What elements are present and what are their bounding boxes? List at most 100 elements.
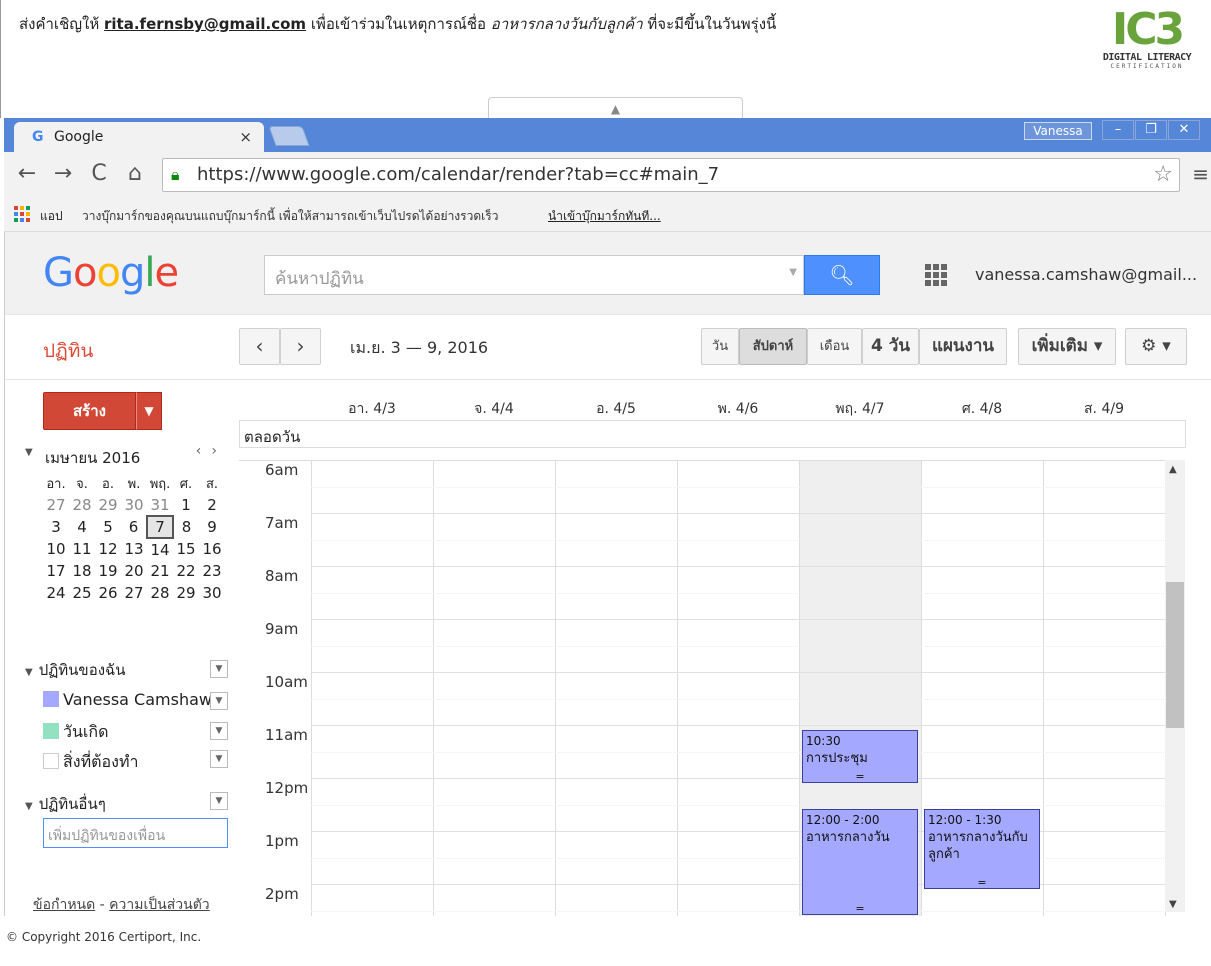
scrollbar-thumb[interactable] <box>1166 582 1184 728</box>
mini-day[interactable]: 16 <box>199 538 225 560</box>
calendar-title[interactable]: ปฏิทิน <box>43 336 93 366</box>
bookmark-star-icon[interactable]: ☆ <box>1153 162 1173 187</box>
resize-handle-icon[interactable]: = <box>925 877 1039 888</box>
forward-icon[interactable]: → <box>48 160 78 190</box>
create-event-button[interactable]: สร้าง <box>43 392 136 430</box>
calendar-event[interactable]: 12:00 - 2:00 อาหารกลางวัน = <box>802 809 918 915</box>
view-4day-button[interactable]: 4 วัน <box>862 328 919 365</box>
search-button[interactable]: 🔍︎ <box>804 255 880 295</box>
mini-day[interactable]: 25 <box>69 582 95 604</box>
collapse-arrow-icon[interactable]: ▼ <box>25 447 33 458</box>
view-week-button[interactable]: สัปดาห์ <box>739 328 807 365</box>
home-icon[interactable]: ⌂ <box>120 160 150 190</box>
day-header[interactable]: ศ. 4/8 <box>921 398 1043 420</box>
mini-day[interactable]: 5 <box>95 516 121 538</box>
mini-day[interactable]: 26 <box>95 582 121 604</box>
more-button[interactable]: เพิ่มเติม ▾ <box>1018 328 1116 365</box>
apps-label[interactable]: แอป <box>40 207 63 226</box>
reload-icon[interactable]: C <box>84 160 114 190</box>
address-bar[interactable]: 🔒︎ https://www.google.com/calendar/rende… <box>162 158 1180 192</box>
mini-day[interactable]: 18 <box>69 560 95 582</box>
calendar-search-input[interactable]: ค้นหาปฏิทิน ▼ <box>264 255 804 295</box>
mini-day[interactable]: 27 <box>43 494 69 516</box>
day-header[interactable]: ส. 4/9 <box>1043 398 1165 420</box>
mini-day[interactable]: 29 <box>173 582 199 604</box>
calendar-item-menu-icon[interactable]: ▼ <box>210 750 228 768</box>
calendar-item-birthdays[interactable]: วันเกิด <box>43 720 108 745</box>
mini-day[interactable]: 30 <box>121 494 147 516</box>
calendar-item-vanessa[interactable]: Vanessa Camshaw <box>43 690 212 709</box>
day-header[interactable]: อา. 4/3 <box>311 398 433 420</box>
mini-day[interactable]: 3 <box>43 516 69 538</box>
my-calendars-header[interactable]: ▼ ปฏิทินของฉัน <box>25 658 126 682</box>
mini-day[interactable]: 4 <box>69 516 95 538</box>
mini-day[interactable]: 6 <box>121 516 147 538</box>
profile-chip[interactable]: Vanessa <box>1024 122 1092 140</box>
day-header[interactable]: พ. 4/6 <box>677 398 799 420</box>
add-friend-calendar-input[interactable]: เพิ่มปฏิทินของเพื่อน <box>43 818 228 848</box>
mini-day[interactable]: 12 <box>95 538 121 560</box>
mini-day[interactable]: 7 <box>146 515 174 539</box>
back-icon[interactable]: ← <box>12 160 42 190</box>
mini-day[interactable]: 24 <box>43 582 69 604</box>
mini-day[interactable]: 28 <box>147 582 173 604</box>
browser-menu-icon[interactable]: ≡ <box>1192 162 1209 186</box>
calendar-event[interactable]: 12:00 - 1:30 อาหารกลางวันกับลูกค้า = <box>924 809 1040 889</box>
calendar-event[interactable]: 10:30 การประชุม = <box>802 729 918 783</box>
account-email[interactable]: vanessa.camshaw@gmail... <box>975 265 1197 284</box>
minimize-icon[interactable]: – <box>1102 120 1134 140</box>
calendar-item-menu-icon[interactable]: ▼ <box>210 722 228 740</box>
view-month-button[interactable]: เดือน <box>807 328 862 365</box>
mini-day[interactable]: 14 <box>147 538 173 560</box>
mini-day[interactable]: 19 <box>95 560 121 582</box>
apps-grid-icon[interactable] <box>925 264 947 286</box>
view-day-button[interactable]: วัน <box>701 328 739 365</box>
mini-day[interactable]: 21 <box>147 560 173 582</box>
calendar-item-tasks[interactable]: สิ่งที่ต้องทำ <box>43 750 138 775</box>
browser-tab[interactable]: G Google × <box>14 122 264 152</box>
terms-link[interactable]: ข้อกำหนด <box>33 897 95 913</box>
mini-day[interactable]: 11 <box>69 538 95 560</box>
mini-day[interactable]: 30 <box>199 582 225 604</box>
mini-day[interactable]: 2 <box>199 494 225 516</box>
other-calendars-header[interactable]: ▼ ปฏิทินอื่นๆ <box>25 792 106 816</box>
day-header[interactable]: พฤ. 4/7 <box>799 398 921 420</box>
scroll-down-icon[interactable]: ▼ <box>1169 899 1177 910</box>
collapse-instruction-button[interactable]: ▲ <box>488 97 743 118</box>
settings-button[interactable]: ⚙ ▾ <box>1125 328 1187 365</box>
privacy-link[interactable]: ความเป็นส่วนตัว <box>109 897 210 913</box>
day-header[interactable]: อ. 4/5 <box>555 398 677 420</box>
time-grid-scrollbar[interactable]: ▲ ▼ <box>1165 460 1185 912</box>
mini-day[interactable]: 8 <box>173 516 199 538</box>
prev-week-button[interactable]: ‹ <box>239 328 280 365</box>
import-bookmarks-link[interactable]: นำเข้าบุ๊กมาร์กทันที... <box>548 207 661 226</box>
mini-day[interactable]: 17 <box>43 560 69 582</box>
time-grid[interactable]: 6am 7am 8am 9am 10am 11am 12pm 1pm 2pm 10:30 การปร… <box>239 460 1166 916</box>
scroll-up-icon[interactable]: ▲ <box>1169 464 1177 475</box>
apps-icon[interactable] <box>14 206 30 222</box>
mini-day[interactable]: 1 <box>173 494 199 516</box>
mini-prev-next-icon[interactable]: ‹› <box>196 443 227 459</box>
google-logo[interactable]: Google <box>43 250 179 296</box>
mini-day[interactable]: 23 <box>199 560 225 582</box>
day-header[interactable]: จ. 4/4 <box>433 398 555 420</box>
next-week-button[interactable]: › <box>280 328 321 365</box>
mini-day[interactable]: 27 <box>121 582 147 604</box>
mini-day[interactable]: 31 <box>147 494 173 516</box>
mini-day[interactable]: 20 <box>121 560 147 582</box>
other-calendars-menu-icon[interactable]: ▼ <box>210 792 228 810</box>
my-calendars-menu-icon[interactable]: ▼ <box>210 660 228 678</box>
mini-day[interactable]: 28 <box>69 494 95 516</box>
resize-handle-icon[interactable]: = <box>803 771 917 782</box>
search-options-icon[interactable]: ▼ <box>789 267 797 278</box>
view-agenda-button[interactable]: แผนงาน <box>919 328 1007 365</box>
all-day-row[interactable]: ตลอดวัน <box>239 420 1186 448</box>
calendar-item-menu-icon[interactable]: ▼ <box>210 692 228 710</box>
mini-day[interactable]: 22 <box>173 560 199 582</box>
mini-day[interactable]: 13 <box>121 538 147 560</box>
new-tab-button[interactable] <box>268 126 310 146</box>
close-window-icon[interactable]: ✕ <box>1168 120 1200 140</box>
mini-day[interactable]: 9 <box>199 516 225 538</box>
resize-handle-icon[interactable]: = <box>803 903 917 914</box>
quick-add-dropdown[interactable]: ▼ <box>136 392 162 430</box>
